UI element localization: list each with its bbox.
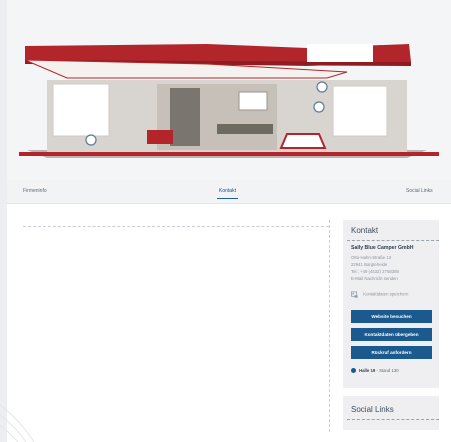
request-callback-button[interactable]: Rückruf anfordern [351,346,432,359]
city-address: 22941 Bargteheide [351,262,388,267]
tab-kontakt-label: Kontakt [219,188,236,194]
tab-kontakt[interactable]: Kontakt [217,188,238,199]
active-tab-indicator [217,198,238,199]
hall-label: Halle 19 [359,368,376,373]
decorative-lines [0,404,35,442]
save-contact-link[interactable]: Kontaktdaten speichern [351,291,408,298]
tab-firmeninfo[interactable]: Firmeninfo [23,188,47,194]
contact-card: Kontakt Sally Blue Camper GmbH Otto-Hahn… [343,220,439,388]
location-dot-icon [351,368,356,374]
sidebar-divider [329,220,330,432]
hall-stand-info: Halle 19 - Stand 130 [351,368,399,374]
stand-label: - Stand 130 [375,368,399,373]
contact-card-icon [351,291,358,298]
social-card-divider [347,419,439,420]
street-address: Otto-Hahn-Straße 13 [351,255,392,260]
tab-social-links[interactable]: Social Links [406,188,433,194]
share-contact-button[interactable]: Kontaktdaten übergeben [351,328,432,341]
contact-title: Kontakt [351,226,379,235]
booth-illustration [19,44,439,158]
email-link[interactable]: E-Mail Nachricht senden [351,276,398,281]
phone-number: Tel.: +49 (4532) 2768388 [351,269,399,274]
content-divider [23,226,329,227]
exhibitor-page: Firmeninfo Kontakt Social Links Kontakt … [7,0,451,442]
visit-website-button[interactable]: Website besuchen [351,310,432,323]
company-name: Sally Blue Camper GmbH [351,245,414,251]
social-links-card: Social Links [343,396,439,430]
social-links-title: Social Links [351,405,394,414]
tab-bar: Firmeninfo Kontakt Social Links [7,180,451,204]
save-contact-label: Kontaktdaten speichern [363,291,409,297]
booth-render [7,0,451,180]
card-divider [347,240,439,241]
